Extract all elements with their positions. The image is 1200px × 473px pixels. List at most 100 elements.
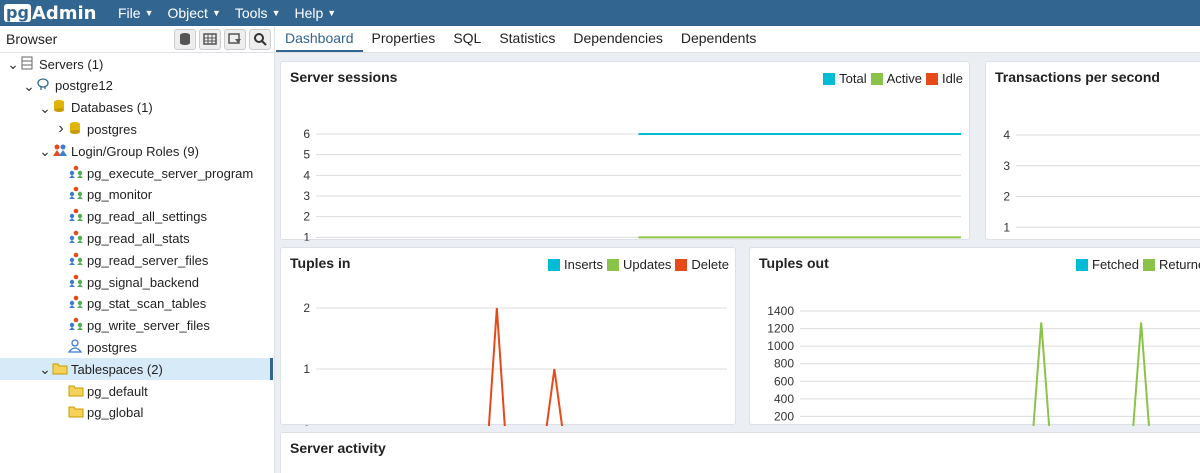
tps-panel: Transactions per second 01234 (985, 61, 1200, 240)
y-tick-label: 200 (774, 409, 794, 423)
chevron-down-icon[interactable]: ⌄ (22, 79, 36, 93)
tree-node[interactable]: postgres (0, 336, 273, 358)
group-role-icon (68, 165, 83, 182)
tablespaces-icon (52, 361, 68, 378)
tree-node[interactable]: pg_read_all_stats (0, 227, 273, 249)
tree-node-label: pg_global (87, 405, 144, 421)
y-tick-label: 1200 (767, 322, 794, 336)
y-tick-label: 5 (303, 148, 310, 162)
database-icon (68, 121, 82, 138)
group-role-icon (68, 317, 83, 334)
menu-object[interactable]: Object ▼ (167, 5, 220, 21)
chevron-down-icon[interactable]: ⌄ (6, 57, 20, 71)
top-menu-bar: pg Admin File ▼ Object ▼ Tools ▼ Help ▼ (0, 0, 1200, 26)
tree-node-label: Servers (1) (39, 56, 104, 72)
browser-title: Browser (6, 31, 58, 47)
tablespace-icon (68, 404, 84, 421)
browser-header: Browser (0, 26, 274, 53)
server-sessions-chart: 0123456 (303, 127, 961, 241)
tree-node[interactable]: ⌄ Servers (1) (0, 53, 273, 75)
tab-dependencies[interactable]: Dependencies (564, 26, 672, 52)
menu-help[interactable]: Help ▼ (294, 5, 336, 21)
group-role-icon (68, 230, 83, 247)
login-role-icon (67, 339, 83, 356)
group-role-icon (68, 208, 83, 225)
y-tick-label: 0 (303, 423, 310, 426)
filtered-rows-button[interactable] (224, 28, 246, 50)
y-tick-label: 2 (303, 210, 310, 224)
elephant-icon (36, 77, 50, 94)
y-tick-label: 3 (1003, 159, 1010, 173)
tab-dependents[interactable]: Dependents (672, 26, 766, 52)
tab-sql[interactable]: SQL (444, 26, 490, 52)
chevron-right-icon[interactable]: › (54, 120, 68, 138)
search-objects-button[interactable] (249, 28, 271, 50)
query-tool-button[interactable] (174, 28, 196, 50)
tree-node-label: pg_execute_server_program (87, 165, 254, 181)
y-tick-label: 2 (1003, 190, 1010, 204)
tree-node[interactable]: pg_default (0, 380, 273, 402)
tab-statistics[interactable]: Statistics (490, 26, 564, 52)
y-tick-label: 4 (303, 168, 310, 182)
panel-title: Server activity (290, 440, 386, 456)
group-role-icon (68, 295, 83, 312)
chevron-down-icon[interactable]: ⌄ (38, 144, 52, 158)
tree-node-label: pg_write_server_files (87, 318, 210, 334)
tree-node[interactable]: ⌄ Databases (1) (0, 97, 273, 119)
tree-node[interactable]: pg_stat_scan_tables (0, 293, 273, 315)
main-content: Dashboard Properties SQL Statistics Dependen… (275, 26, 1200, 473)
logo-pg: pg (4, 3, 31, 22)
menu-label: Tools (234, 5, 268, 21)
chevron-down-icon[interactable]: ⌄ (38, 101, 52, 115)
group-roles-icon (52, 143, 67, 160)
tree-node-label: Login/Group Roles (9) (71, 143, 199, 159)
tree-node[interactable]: ⌄ Login/Group Roles (9) (0, 140, 273, 162)
group-role-icon (68, 186, 83, 203)
menu-label: File (118, 5, 141, 21)
databases-icon (52, 99, 66, 116)
tab-properties[interactable]: Properties (363, 26, 445, 52)
chevron-down-icon: ▼ (211, 8, 221, 18)
tree-node[interactable]: ⌄ postgre12 (0, 75, 273, 97)
tree-node-label: Databases (1) (71, 100, 153, 116)
tree-node[interactable]: pg_write_server_files (0, 315, 273, 337)
menu-label: Help (294, 5, 324, 21)
tree-node[interactable]: pg_global (0, 402, 273, 424)
tree-node[interactable]: pg_read_server_files (0, 249, 273, 271)
chevron-down-icon: ▼ (271, 8, 281, 18)
logo-admin: Admin (31, 2, 97, 24)
tps-chart: 01234 (1003, 128, 1200, 234)
y-tick-label: 1 (303, 230, 310, 241)
tree-node[interactable]: › postgres (0, 118, 273, 140)
server-sessions-panel: Server sessions TotalActiveIdle 0123456 (280, 61, 970, 241)
chevron-down-icon[interactable]: ⌄ (38, 362, 52, 376)
filter-table-icon (228, 33, 241, 44)
tree-node[interactable]: ⌄ Tablespaces (2) (0, 358, 273, 381)
server-activity-panel: Server activity (280, 432, 1200, 473)
menu-file[interactable]: File ▼ (118, 5, 153, 21)
y-tick-label: 1 (1003, 220, 1010, 234)
database-query-icon (180, 33, 190, 45)
tuples-in-panel: Tuples in InsertsUpdatesDelete 012 (280, 247, 736, 426)
tree-node-label: pg_read_all_stats (87, 230, 190, 246)
tree-node[interactable]: pg_monitor (0, 184, 273, 206)
menu-tools[interactable]: Tools ▼ (235, 5, 281, 21)
series-line-returned (1032, 322, 1150, 426)
tree-node-label: postgre12 (55, 78, 113, 94)
view-data-button[interactable] (199, 28, 221, 50)
tree-node[interactable]: pg_read_all_settings (0, 206, 273, 228)
y-tick-label: 600 (774, 374, 794, 388)
tree-node[interactable]: pg_execute_server_program (0, 162, 273, 184)
tab-dashboard[interactable]: Dashboard (276, 26, 363, 52)
group-role-icon (68, 274, 83, 291)
chevron-down-icon: ▼ (144, 8, 154, 18)
y-tick-label: 6 (303, 127, 310, 141)
tree-node[interactable]: pg_signal_backend (0, 271, 273, 293)
series-line-delete (487, 307, 564, 426)
table-grid-icon (203, 33, 217, 45)
tablespace-icon (68, 383, 84, 400)
y-tick-label: 3 (303, 189, 310, 203)
main-menu: File ▼ Object ▼ Tools ▼ Help ▼ (118, 5, 350, 21)
group-role-icon (68, 252, 83, 269)
search-icon (254, 33, 267, 46)
